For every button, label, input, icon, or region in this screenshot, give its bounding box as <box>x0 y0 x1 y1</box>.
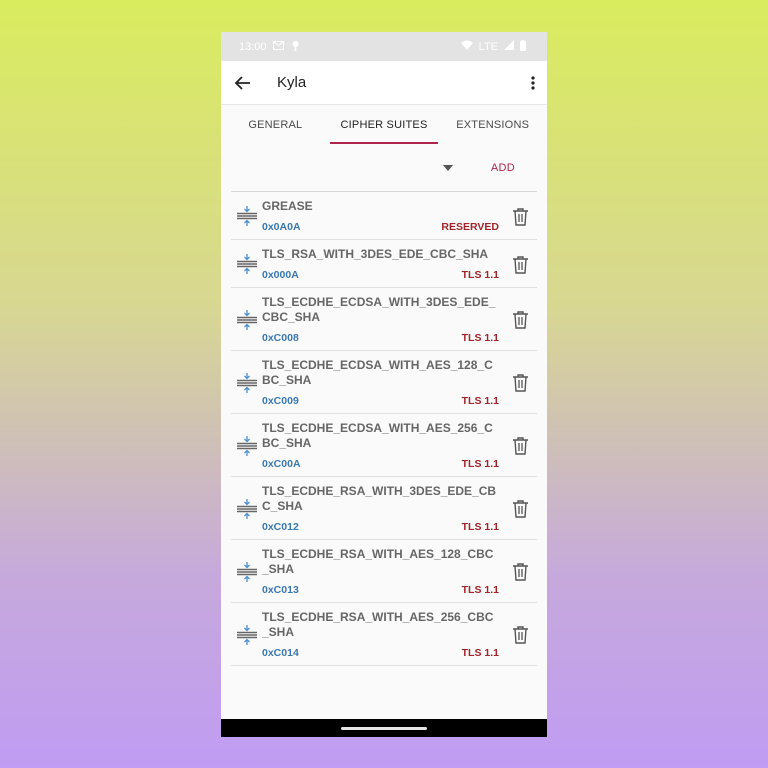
cipher-suite-details: TLS_ECDHE_RSA_WITH_3DES_EDE_CBC_SHA 0xC0… <box>262 484 503 533</box>
list-item[interactable]: TLS_ECDHE_ECDSA_WITH_AES_256_CBC_SHA 0xC… <box>231 414 537 477</box>
cipher-suite-name: TLS_RSA_WITH_3DES_EDE_CBC_SHA <box>262 247 489 261</box>
delete-icon[interactable] <box>503 207 537 226</box>
cipher-suite-version: TLS 1.1 <box>461 584 499 596</box>
notification-icon <box>290 40 301 54</box>
cipher-suite-meta: 0xC014 TLS 1.1 <box>262 647 499 659</box>
cipher-suite-version: RESERVED <box>441 221 499 233</box>
cipher-suite-code: 0xC013 <box>262 584 299 596</box>
cipher-suite-version: TLS 1.1 <box>461 332 499 344</box>
cipher-suite-meta: 0xC008 TLS 1.1 <box>262 332 499 344</box>
cipher-suite-name: TLS_ECDHE_ECDSA_WITH_3DES_EDE_CBC_SHA <box>262 295 496 324</box>
cipher-suite-name: TLS_ECDHE_RSA_WITH_AES_128_CBC_SHA <box>262 547 494 576</box>
drag-handle-icon[interactable] <box>231 253 262 275</box>
delete-icon[interactable] <box>503 625 537 644</box>
back-arrow-icon[interactable] <box>233 73 253 93</box>
cipher-suite-name: TLS_ECDHE_ECDSA_WITH_AES_256_CBC_SHA <box>262 421 493 450</box>
cipher-suite-meta: 0xC00A TLS 1.1 <box>262 458 499 470</box>
signal-icon <box>504 40 514 53</box>
cipher-suite-details: TLS_ECDHE_RSA_WITH_AES_128_CBC_SHA 0xC01… <box>262 547 503 596</box>
cipher-suite-details: TLS_ECDHE_ECDSA_WITH_AES_128_CBC_SHA 0xC… <box>262 358 503 407</box>
drag-handle-icon[interactable] <box>231 435 262 457</box>
app-bar: Kyla <box>221 61 547 105</box>
cipher-suite-meta: 0x000A TLS 1.1 <box>262 269 499 281</box>
tab-cipher-suites[interactable]: CIPHER SUITES <box>329 105 439 144</box>
list-item[interactable]: TLS_RSA_WITH_3DES_EDE_CBC_SHA 0x000A TLS… <box>231 240 537 288</box>
delete-icon[interactable] <box>503 562 537 581</box>
cipher-suite-name: TLS_ECDHE_RSA_WITH_AES_256_CBC_SHA <box>262 610 494 639</box>
cipher-suite-code: 0xC009 <box>262 395 299 407</box>
cipher-suite-details: TLS_RSA_WITH_3DES_EDE_CBC_SHA 0x000A TLS… <box>262 247 503 281</box>
cipher-suite-code: 0x0A0A <box>262 221 301 233</box>
cipher-suite-name: TLS_ECDHE_RSA_WITH_3DES_EDE_CBC_SHA <box>262 484 497 513</box>
cipher-suite-meta: 0xC009 TLS 1.1 <box>262 395 499 407</box>
cipher-suite-meta: 0x0A0A RESERVED <box>262 221 499 233</box>
delete-icon[interactable] <box>503 499 537 518</box>
cipher-suite-version: TLS 1.1 <box>461 458 499 470</box>
list-item[interactable]: TLS_ECDHE_ECDSA_WITH_3DES_EDE_CBC_SHA 0x… <box>231 288 537 351</box>
list-item[interactable]: TLS_ECDHE_RSA_WITH_3DES_EDE_CBC_SHA 0xC0… <box>231 477 537 540</box>
tab-bar: GENERAL CIPHER SUITES EXTENSIONS <box>221 105 547 144</box>
phone-screen: 13:00 LTE Kyla GENERAL CIPHER SUITES EXT… <box>221 32 547 737</box>
tab-extensions[interactable]: EXTENSIONS <box>438 105 547 144</box>
home-gesture-pill[interactable] <box>341 726 427 730</box>
cipher-suite-code: 0xC012 <box>262 521 299 533</box>
drag-handle-icon[interactable] <box>231 205 262 227</box>
cipher-suite-meta: 0xC013 TLS 1.1 <box>262 584 499 596</box>
page-title: Kyla <box>277 74 307 91</box>
cipher-suite-code: 0xC00A <box>262 458 301 470</box>
status-time: 13:00 <box>239 40 267 53</box>
tab-general[interactable]: GENERAL <box>221 105 330 144</box>
list-item[interactable]: TLS_ECDHE_RSA_WITH_AES_256_CBC_SHA 0xC01… <box>231 603 537 666</box>
dropdown-arrow-icon[interactable] <box>442 164 453 171</box>
cipher-suite-meta: 0xC012 TLS 1.1 <box>262 521 499 533</box>
battery-icon <box>520 39 526 54</box>
cipher-suite-details: TLS_ECDHE_ECDSA_WITH_AES_256_CBC_SHA 0xC… <box>262 421 503 470</box>
cipher-suite-list: GREASE 0x0A0A RESERVED TLS_RSA_WITH_3DES… <box>231 192 537 666</box>
navigation-bar <box>221 719 547 737</box>
list-item[interactable]: TLS_ECDHE_RSA_WITH_AES_128_CBC_SHA 0xC01… <box>231 540 537 603</box>
cipher-suite-version: TLS 1.1 <box>461 647 499 659</box>
cipher-suite-code: 0xC008 <box>262 332 299 344</box>
cipher-suite-version: TLS 1.1 <box>461 269 499 281</box>
delete-icon[interactable] <box>503 255 537 274</box>
drag-handle-icon[interactable] <box>231 309 262 331</box>
cipher-suite-name: TLS_ECDHE_ECDSA_WITH_AES_128_CBC_SHA <box>262 358 493 387</box>
cipher-suite-details: TLS_ECDHE_ECDSA_WITH_3DES_EDE_CBC_SHA 0x… <box>262 295 503 344</box>
drag-handle-icon[interactable] <box>231 498 262 520</box>
drag-handle-icon[interactable] <box>231 372 262 394</box>
status-bar: 13:00 LTE <box>221 32 547 61</box>
wifi-icon <box>460 40 473 53</box>
add-cipher-row: ADD <box>231 144 537 192</box>
drag-handle-icon[interactable] <box>231 624 262 646</box>
list-item[interactable]: TLS_ECDHE_ECDSA_WITH_AES_128_CBC_SHA 0xC… <box>231 351 537 414</box>
network-label: LTE <box>478 40 498 53</box>
cipher-suite-name: GREASE <box>262 199 313 213</box>
gmail-icon <box>272 40 284 53</box>
delete-icon[interactable] <box>503 310 537 329</box>
cipher-suite-details: GREASE 0x0A0A RESERVED <box>262 199 503 233</box>
list-item[interactable]: GREASE 0x0A0A RESERVED <box>231 192 537 240</box>
cipher-suite-version: TLS 1.1 <box>461 521 499 533</box>
delete-icon[interactable] <box>503 436 537 455</box>
more-vert-icon[interactable] <box>515 73 535 93</box>
cipher-suite-code: 0xC014 <box>262 647 299 659</box>
add-button[interactable]: ADD <box>491 162 515 174</box>
delete-icon[interactable] <box>503 373 537 392</box>
cipher-suite-code: 0x000A <box>262 269 299 281</box>
cipher-suite-version: TLS 1.1 <box>461 395 499 407</box>
drag-handle-icon[interactable] <box>231 561 262 583</box>
cipher-suite-details: TLS_ECDHE_RSA_WITH_AES_256_CBC_SHA 0xC01… <box>262 610 503 659</box>
